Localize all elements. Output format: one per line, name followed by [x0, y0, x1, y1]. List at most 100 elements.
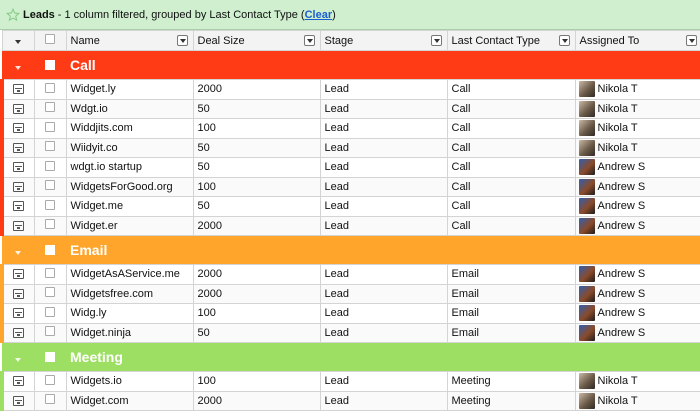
cell-last-contact-type[interactable]: Meeting: [446, 371, 576, 392]
open-row-form-icon[interactable]: [13, 162, 25, 173]
cell-stage[interactable]: Lead: [319, 264, 448, 285]
row-action-cell[interactable]: [0, 98, 35, 119]
row-checkbox[interactable]: [45, 141, 55, 152]
collapse-all-toggle[interactable]: [1, 30, 35, 51]
group-collapse-toggle[interactable]: [2, 235, 34, 265]
cell-assigned-to[interactable]: Andrew S: [574, 303, 700, 324]
open-row-form-icon[interactable]: [13, 84, 25, 95]
row-checkbox[interactable]: [45, 160, 55, 171]
row-action-cell[interactable]: [0, 157, 35, 178]
row-checkbox-cell[interactable]: [33, 137, 67, 158]
row-action-cell[interactable]: [0, 264, 35, 285]
cell-deal-size[interactable]: 2000: [192, 215, 321, 236]
group-collapse-toggle[interactable]: [2, 50, 34, 80]
select-all-checkbox-cell[interactable]: [33, 30, 67, 51]
open-row-form-icon[interactable]: [13, 395, 25, 406]
cell-assigned-to[interactable]: Andrew S: [574, 176, 700, 197]
open-row-form-icon[interactable]: [13, 288, 25, 299]
cell-assigned-to[interactable]: Andrew S: [574, 215, 700, 236]
table-row[interactable]: WidgetAsAService.me 2000 Lead Email Andrew S: [0, 264, 700, 285]
cell-stage[interactable]: Lead: [319, 283, 448, 304]
cell-deal-size[interactable]: 2000: [192, 390, 321, 411]
cell-assigned-to[interactable]: Andrew S: [574, 264, 700, 285]
row-checkbox[interactable]: [45, 394, 55, 405]
row-checkbox[interactable]: [45, 180, 55, 191]
open-row-form-icon[interactable]: [13, 269, 25, 280]
open-row-form-icon[interactable]: [13, 142, 25, 153]
cell-last-contact-type[interactable]: Email: [446, 303, 576, 324]
cell-last-contact-type[interactable]: Email: [446, 322, 576, 343]
column-header-assigned-to[interactable]: Assigned To: [574, 30, 700, 51]
cell-stage[interactable]: Lead: [319, 137, 448, 158]
column-header-stage[interactable]: Stage: [319, 30, 448, 51]
cell-name[interactable]: Wdgt.io: [65, 98, 194, 119]
cell-assigned-to[interactable]: Nikola T: [574, 118, 700, 139]
open-row-form-icon[interactable]: [13, 327, 25, 338]
row-checkbox-cell[interactable]: [33, 390, 67, 411]
cell-deal-size[interactable]: 100: [192, 118, 321, 139]
cell-deal-size[interactable]: 100: [192, 303, 321, 324]
row-checkbox[interactable]: [45, 102, 55, 113]
column-menu-dropdown-icon[interactable]: [685, 35, 697, 46]
row-action-cell[interactable]: [0, 322, 35, 343]
cell-name[interactable]: Widget.me: [65, 196, 194, 217]
row-checkbox-cell[interactable]: [33, 157, 67, 178]
cell-assigned-to[interactable]: Nikola T: [574, 137, 700, 158]
column-header-last-contact-type[interactable]: Last Contact Type: [446, 30, 576, 51]
row-checkbox-cell[interactable]: [33, 303, 67, 324]
cell-deal-size[interactable]: 50: [192, 137, 321, 158]
select-all-checkbox[interactable]: [45, 34, 55, 44]
group-checkbox[interactable]: [45, 352, 55, 362]
open-row-form-icon[interactable]: [13, 220, 25, 231]
open-row-form-icon[interactable]: [13, 201, 25, 212]
open-row-form-icon[interactable]: [13, 181, 25, 192]
row-checkbox[interactable]: [45, 287, 55, 298]
cell-stage[interactable]: Lead: [319, 79, 448, 100]
cell-deal-size[interactable]: 100: [192, 371, 321, 392]
row-checkbox[interactable]: [45, 306, 55, 317]
row-action-cell[interactable]: [0, 303, 35, 324]
table-row[interactable]: Widgets.io 100 Lead Meeting Nikola T: [0, 371, 700, 392]
cell-deal-size[interactable]: 50: [192, 322, 321, 343]
cell-name[interactable]: Widget.com: [65, 390, 194, 411]
cell-last-contact-type[interactable]: Call: [446, 137, 576, 158]
cell-assigned-to[interactable]: Andrew S: [574, 157, 700, 178]
clear-filter-link[interactable]: Clear: [305, 9, 333, 21]
table-row[interactable]: Widget.er 2000 Lead Call Andrew S: [0, 215, 700, 236]
star-icon[interactable]: [6, 7, 20, 22]
cell-last-contact-type[interactable]: Call: [446, 98, 576, 119]
cell-name[interactable]: Widgets.io: [65, 371, 194, 392]
row-checkbox-cell[interactable]: [33, 322, 67, 343]
cell-stage[interactable]: Lead: [319, 118, 448, 139]
cell-last-contact-type[interactable]: Meeting: [446, 390, 576, 411]
group-collapse-toggle[interactable]: [2, 342, 34, 372]
row-checkbox-cell[interactable]: [33, 283, 67, 304]
cell-deal-size[interactable]: 50: [192, 196, 321, 217]
cell-last-contact-type[interactable]: Call: [446, 118, 576, 139]
open-row-form-icon[interactable]: [13, 376, 25, 387]
cell-stage[interactable]: Lead: [319, 157, 448, 178]
cell-deal-size[interactable]: 2000: [192, 264, 321, 285]
column-menu-dropdown-icon[interactable]: [176, 35, 188, 46]
row-checkbox[interactable]: [45, 326, 55, 337]
open-row-form-icon[interactable]: [13, 308, 25, 319]
cell-name[interactable]: Widgetsfree.com: [65, 283, 194, 304]
row-action-cell[interactable]: [0, 137, 35, 158]
cell-name[interactable]: Widget.er: [65, 215, 194, 236]
row-checkbox-cell[interactable]: [33, 176, 67, 197]
table-row[interactable]: Widget.ly 2000 Lead Call Nikola T: [0, 79, 700, 100]
cell-name[interactable]: Widget.ninja: [65, 322, 194, 343]
cell-assigned-to[interactable]: Nikola T: [574, 390, 700, 411]
column-menu-dropdown-icon[interactable]: [303, 35, 315, 46]
group-checkbox-cell[interactable]: [34, 342, 66, 372]
cell-stage[interactable]: Lead: [319, 371, 448, 392]
cell-stage[interactable]: Lead: [319, 98, 448, 119]
cell-assigned-to[interactable]: Andrew S: [574, 283, 700, 304]
row-checkbox-cell[interactable]: [33, 79, 67, 100]
cell-stage[interactable]: Lead: [319, 390, 448, 411]
table-row[interactable]: Widget.ninja 50 Lead Email Andrew S: [0, 322, 700, 343]
cell-name[interactable]: Widg.ly: [65, 303, 194, 324]
row-action-cell[interactable]: [0, 371, 35, 392]
cell-name[interactable]: Widget.ly: [65, 79, 194, 100]
cell-name[interactable]: Wiidyit.co: [65, 137, 194, 158]
